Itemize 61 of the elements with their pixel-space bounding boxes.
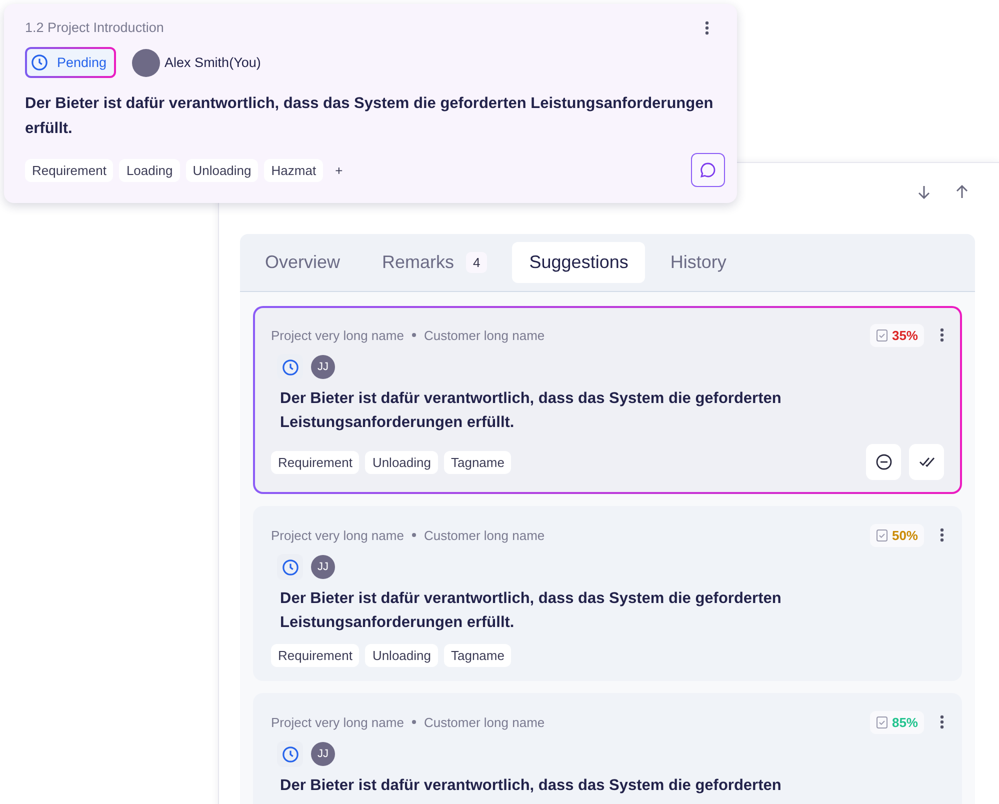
avatar: JJ bbox=[311, 742, 335, 766]
status-badge[interactable]: Pending bbox=[25, 47, 116, 78]
double-check-icon bbox=[918, 457, 934, 467]
checklist-icon bbox=[876, 328, 888, 342]
more-icon[interactable] bbox=[705, 20, 709, 34]
tab[interactable]: Remarks 4 bbox=[365, 242, 504, 283]
customer-name: Customer long name bbox=[424, 714, 545, 730]
separator-dot bbox=[412, 533, 416, 537]
requirement-text: Der Bieter ist dafür verantwortlich, dass das System die geforderten Leistungsanforderungen erfüllt. bbox=[25, 94, 714, 139]
more-icon[interactable] bbox=[940, 328, 944, 342]
comment-button[interactable] bbox=[691, 153, 725, 187]
project-name: Project very long name bbox=[271, 328, 404, 342]
tag: Requirement bbox=[271, 450, 360, 474]
project-name: Project very long name bbox=[271, 714, 404, 730]
suggestion-text: Der Bieter ist dafür verantwortlich, dass das System die geforderten Leistungsanforderungen erfüllt. bbox=[280, 589, 782, 633]
tag: Unloading bbox=[365, 644, 438, 667]
suggestion-card[interactable]: Project very long name Customer long name 35% JJ Der Bieter ist dafür verantwortlich, dass das System die geforderten Leistungsanforderungen erfüllt. Requirement Unloading Tagname bbox=[253, 306, 962, 494]
checklist-icon bbox=[876, 528, 888, 542]
project-name: Project very long name bbox=[271, 528, 404, 542]
assignee-name: Alex Smith(You) bbox=[164, 55, 261, 70]
avatar: JJ bbox=[311, 555, 335, 579]
more-icon[interactable] bbox=[940, 528, 944, 542]
tag: Requirement bbox=[25, 158, 114, 182]
customer-name: Customer long name bbox=[424, 528, 545, 542]
more-icon[interactable] bbox=[940, 715, 944, 729]
status-button[interactable] bbox=[277, 741, 303, 767]
tag: Tagname bbox=[444, 450, 512, 474]
tag: Tagname bbox=[444, 644, 512, 667]
tab[interactable]: Overview bbox=[248, 242, 358, 283]
score-text: 35% bbox=[892, 328, 918, 342]
card-title: 1.2 Project Introduction bbox=[25, 20, 164, 35]
tag: Requirement bbox=[271, 644, 360, 667]
clock-icon bbox=[31, 54, 48, 71]
separator-dot bbox=[412, 333, 416, 337]
avatar bbox=[132, 48, 160, 76]
score-text: 50% bbox=[892, 528, 918, 542]
minus-circle-icon bbox=[876, 454, 892, 470]
score-text: 85% bbox=[892, 714, 918, 730]
tag: Unloading bbox=[186, 158, 258, 182]
tag: Hazmat bbox=[264, 158, 324, 182]
count-badge: 4 bbox=[466, 252, 488, 273]
clock-icon bbox=[282, 746, 298, 762]
tab[interactable]: History bbox=[653, 242, 744, 283]
comment-icon bbox=[700, 162, 716, 178]
status-button[interactable] bbox=[277, 554, 303, 580]
suggestion-text: Der Bieter ist dafür verantwortlich, dass das System die geforderten bbox=[280, 776, 782, 796]
add-tag-button[interactable]: + bbox=[329, 162, 349, 178]
accept-button[interactable] bbox=[909, 444, 944, 480]
clock-icon bbox=[282, 558, 298, 576]
tag: Loading bbox=[119, 158, 180, 182]
suggestion-card[interactable]: Project very long name Customer long name 50% JJ Der Bieter ist dafür verantwortlich, dass das System die geforderten Leistungsanforderungen erfüllt. Requirement Unloading Tagname bbox=[253, 506, 962, 681]
tag: Unloading bbox=[365, 450, 438, 474]
clock-icon bbox=[282, 358, 298, 376]
suggestion-card[interactable]: Project very long name Customer long name 85% JJ Der Bieter ist dafür verantwortlich, dass das System die geforderten bbox=[253, 693, 962, 804]
tab[interactable]: Suggestions bbox=[512, 242, 646, 283]
separator-dot bbox=[412, 720, 416, 724]
reject-button[interactable] bbox=[866, 444, 901, 480]
customer-name: Customer long name bbox=[424, 328, 545, 342]
suggestion-text: Der Bieter ist dafür verantwortlich, dass das System die geforderten Leistungsanforderungen erfüllt. bbox=[280, 389, 782, 433]
checklist-icon bbox=[876, 716, 888, 728]
avatar: JJ bbox=[311, 355, 335, 379]
